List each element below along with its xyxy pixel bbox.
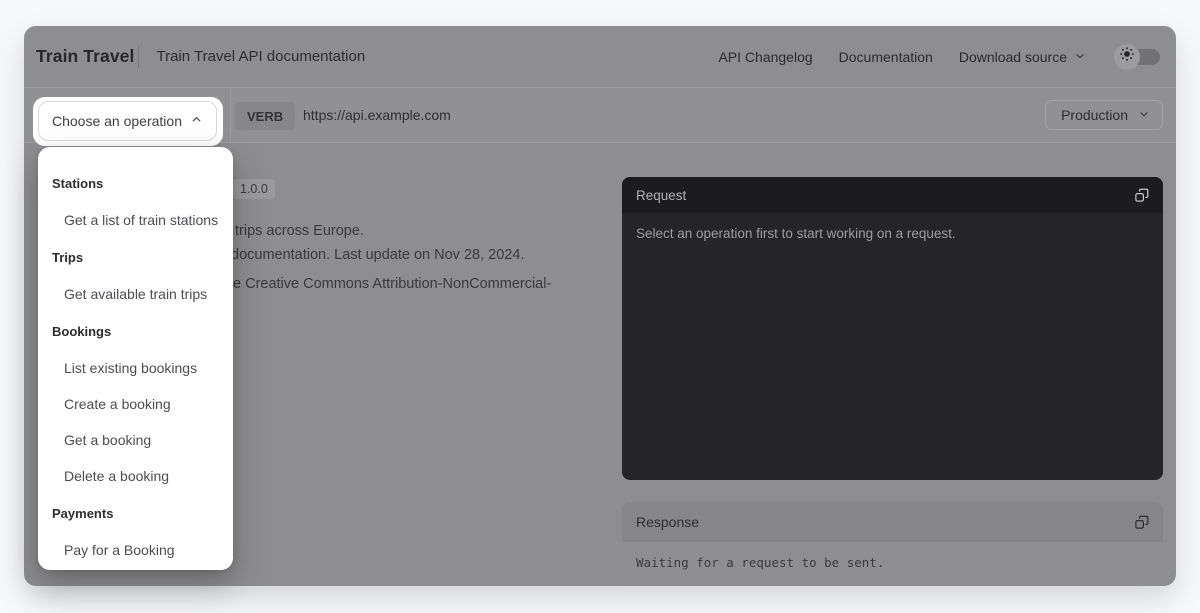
copy-icon[interactable] <box>1134 188 1149 203</box>
toggle-knob <box>1114 44 1140 70</box>
response-panel-title: Response <box>636 514 699 530</box>
menu-item-get-stations[interactable]: Get a list of train stations <box>38 202 233 238</box>
doc-text-line: e Creative Commons Attribution-NonCommer… <box>233 276 551 292</box>
menu-group-payments: Payments <box>38 494 233 532</box>
sun-icon <box>1119 46 1135 67</box>
chevron-down-icon <box>1074 49 1086 65</box>
response-panel: Response Waiting for a request to be sen… <box>622 502 1163 586</box>
doc-text-line: documentation. Last update on Nov 28, 20… <box>231 247 524 263</box>
page-title: Train Travel API documentation <box>156 48 365 65</box>
chevron-down-icon <box>1138 107 1150 123</box>
version-badge: 1.0.0 <box>233 179 275 199</box>
request-panel: Request Select an operation first to sta… <box>622 177 1163 480</box>
header-nav: API Changelog Documentation Download sou… <box>718 44 1176 70</box>
request-url[interactable]: https://api.example.com <box>303 88 451 142</box>
menu-group-stations: Stations <box>38 164 233 202</box>
copy-icon[interactable] <box>1134 515 1149 530</box>
menu-group-bookings: Bookings <box>38 312 233 350</box>
request-panel-title: Request <box>636 188 686 203</box>
menu-item-list-bookings[interactable]: List existing bookings <box>38 350 233 386</box>
operation-menu: Stations Get a list of train stations Tr… <box>38 147 233 570</box>
doc-text-line: trips across Europe. <box>235 223 364 239</box>
request-panel-header: Request <box>622 177 1163 213</box>
menu-item-pay-booking[interactable]: Pay for a Booking <box>38 532 233 568</box>
environment-select[interactable]: Production <box>1045 100 1163 130</box>
chevron-up-icon <box>190 113 203 129</box>
operation-picker-button[interactable]: Choose an operation <box>38 101 217 141</box>
menu-item-get-booking[interactable]: Get a booking <box>38 422 233 458</box>
nav-api-changelog[interactable]: API Changelog <box>718 49 812 65</box>
response-empty-state: Waiting for a request to be sent. <box>622 542 1163 583</box>
brand-logo: Train Travel <box>36 46 134 67</box>
header-divider <box>138 46 139 68</box>
response-panel-header: Response <box>622 502 1163 542</box>
request-empty-state: Select an operation first to start worki… <box>622 213 1163 254</box>
nav-documentation[interactable]: Documentation <box>839 49 933 65</box>
nav-download-source[interactable]: Download source <box>959 49 1086 65</box>
theme-toggle[interactable] <box>1114 44 1160 70</box>
menu-item-delete-booking[interactable]: Delete a booking <box>38 458 233 494</box>
address-bar-divider <box>230 88 231 142</box>
http-method-chip[interactable]: VERB <box>235 102 295 130</box>
menu-item-create-booking[interactable]: Create a booking <box>38 386 233 422</box>
menu-item-get-trips[interactable]: Get available train trips <box>38 276 233 312</box>
app-header: Train Travel Train Travel API documentat… <box>24 26 1176 88</box>
menu-group-trips: Trips <box>38 238 233 276</box>
